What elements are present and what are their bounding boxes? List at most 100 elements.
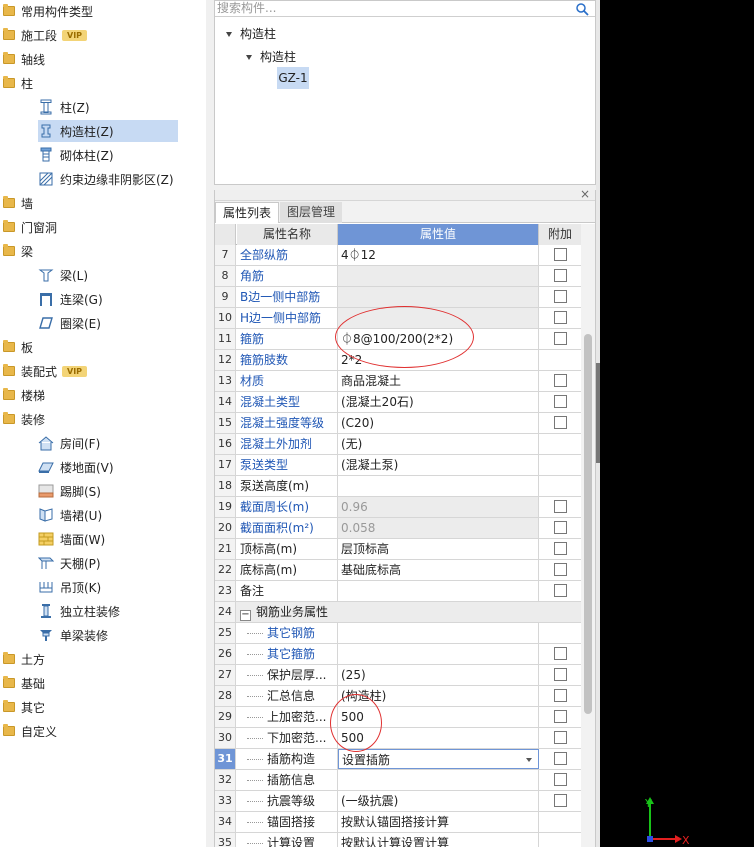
extra-checkbox[interactable] xyxy=(554,374,567,387)
sidebar-item-13[interactable]: 圈梁(E) xyxy=(38,312,101,334)
property-value[interactable] xyxy=(338,476,539,496)
sidebar-item-15[interactable]: 装配式 VIP xyxy=(3,360,88,382)
property-value[interactable]: (混凝土20石) xyxy=(338,392,539,412)
property-value[interactable]: 0.96 xyxy=(338,497,539,517)
property-value[interactable] xyxy=(338,623,539,643)
extra-checkbox[interactable] xyxy=(554,248,567,261)
property-value[interactable] xyxy=(338,266,539,286)
sidebar-item-2[interactable]: 轴线 xyxy=(3,48,45,70)
property-row[interactable]: 28 汇总信息 (构造柱) xyxy=(215,686,581,707)
property-row[interactable]: 13 材质 商品混凝土 xyxy=(215,371,581,392)
property-row[interactable]: 32 插筋信息 xyxy=(215,770,581,791)
extra-checkbox[interactable] xyxy=(554,542,567,555)
sidebar-item-27[interactable]: 土方 xyxy=(3,648,45,670)
property-value[interactable]: 层顶标高 xyxy=(338,539,539,559)
property-row[interactable]: 8 角筋 xyxy=(215,266,581,287)
property-row[interactable]: 15 混凝土强度等级 (C20) xyxy=(215,413,581,434)
extra-checkbox[interactable] xyxy=(554,500,567,513)
tree-node-type[interactable]: 构造柱 xyxy=(246,48,296,65)
sidebar-item-21[interactable]: 墙裙(U) xyxy=(38,504,102,526)
property-value[interactable] xyxy=(338,287,539,307)
property-row[interactable]: 35 计算设置 按默认计算设置计算 xyxy=(215,833,581,847)
property-row[interactable]: 7 全部纵筋 4⏀12 xyxy=(215,245,581,266)
property-row[interactable]: 34 锚固搭接 按默认锚固搭接计算 xyxy=(215,812,581,833)
property-value[interactable]: 基础底标高 xyxy=(338,560,539,580)
collapse-arrow-icon[interactable] xyxy=(246,55,252,60)
property-row[interactable]: 9 B边一侧中部筋 xyxy=(215,287,581,308)
sidebar-item-20[interactable]: 踢脚(S) xyxy=(38,480,101,502)
collapse-icon[interactable]: − xyxy=(240,610,251,621)
property-value[interactable]: (C20) xyxy=(338,413,539,433)
property-value[interactable]: 0.058 xyxy=(338,518,539,538)
sidebar-item-7[interactable]: 约束边缘非阴影区(Z) xyxy=(38,168,174,190)
extra-checkbox[interactable] xyxy=(554,269,567,282)
property-value[interactable]: (25) xyxy=(338,665,539,685)
sidebar-item-6[interactable]: 砌体柱(Z) xyxy=(38,144,114,166)
property-value[interactable]: 设置插筋 xyxy=(338,749,539,769)
tab-property-list[interactable]: 属性列表 xyxy=(215,202,280,223)
vertical-scrollbar[interactable] xyxy=(581,224,595,847)
extra-checkbox[interactable] xyxy=(554,731,567,744)
sidebar-item-11[interactable]: 梁(L) xyxy=(38,264,88,286)
sidebar-item-8[interactable]: 墙 xyxy=(3,192,33,214)
sidebar-item-25[interactable]: 独立柱装修 xyxy=(38,600,120,622)
extra-checkbox[interactable] xyxy=(554,710,567,723)
drawing-canvas[interactable] xyxy=(600,0,754,847)
property-value[interactable]: 按默认计算设置计算 xyxy=(338,833,539,847)
property-value[interactable]: 4⏀12 xyxy=(338,245,539,265)
property-value[interactable]: 按默认锚固搭接计算 xyxy=(338,812,539,832)
dropdown-arrow-icon[interactable] xyxy=(526,758,532,762)
property-row[interactable]: 18 泵送高度(m) xyxy=(215,476,581,497)
sidebar-item-19[interactable]: 楼地面(V) xyxy=(38,456,114,478)
property-value[interactable]: 商品混凝土 xyxy=(338,371,539,391)
sidebar-item-10[interactable]: 梁 xyxy=(3,240,33,262)
property-row[interactable]: 20 截面面积(m²) 0.058 xyxy=(215,518,581,539)
property-row[interactable]: 22 底标高(m) 基础底标高 xyxy=(215,560,581,581)
extra-checkbox[interactable] xyxy=(554,416,567,429)
property-value[interactable]: (一级抗震) xyxy=(338,791,539,811)
property-row[interactable]: 29 上加密范... 500 xyxy=(215,707,581,728)
extra-checkbox[interactable] xyxy=(554,773,567,786)
property-row[interactable]: 30 下加密范... 500 xyxy=(215,728,581,749)
extra-checkbox[interactable] xyxy=(554,311,567,324)
sidebar-item-4[interactable]: 柱(Z) xyxy=(38,96,90,118)
sidebar-item-26[interactable]: 单梁装修 xyxy=(38,624,108,646)
sidebar-item-29[interactable]: 其它 xyxy=(3,696,45,718)
sidebar-item-30[interactable]: 自定义 xyxy=(3,720,57,742)
splitter-handle[interactable] xyxy=(596,363,600,463)
property-row[interactable]: 31 插筋构造 设置插筋 xyxy=(215,749,581,770)
property-value[interactable] xyxy=(338,770,539,790)
property-row[interactable]: 21 顶标高(m) 层顶标高 xyxy=(215,539,581,560)
property-row[interactable]: 17 泵送类型 (混凝土泵) xyxy=(215,455,581,476)
tab-layer-management[interactable]: 图层管理 xyxy=(280,202,343,223)
property-row[interactable]: 16 混凝土外加剂 (无) xyxy=(215,434,581,455)
tree-node-gz1[interactable]: GZ-1 xyxy=(277,67,309,89)
scrollbar-thumb[interactable] xyxy=(584,334,592,714)
sidebar-item-9[interactable]: 门窗洞 xyxy=(3,216,57,238)
sidebar-item-17[interactable]: 装修 xyxy=(3,408,45,430)
property-value[interactable] xyxy=(338,644,539,664)
property-row[interactable]: 24− 钢筋业务属性 xyxy=(215,602,581,623)
property-row[interactable]: 25 其它钢筋 xyxy=(215,623,581,644)
sidebar-item-28[interactable]: 基础 xyxy=(3,672,45,694)
sidebar-item-24[interactable]: 吊顶(K) xyxy=(38,576,101,598)
extra-checkbox[interactable] xyxy=(554,647,567,660)
property-value[interactable] xyxy=(338,581,539,601)
extra-checkbox[interactable] xyxy=(554,332,567,345)
property-row[interactable]: 23 备注 xyxy=(215,581,581,602)
sidebar-item-12[interactable]: 连梁(G) xyxy=(38,288,103,310)
property-value[interactable]: (混凝土泵) xyxy=(338,455,539,475)
sidebar-item-3[interactable]: 柱 xyxy=(3,72,33,94)
extra-checkbox[interactable] xyxy=(554,794,567,807)
property-row[interactable]: 14 混凝土类型 (混凝土20石) xyxy=(215,392,581,413)
collapse-arrow-icon[interactable] xyxy=(226,32,232,37)
extra-checkbox[interactable] xyxy=(554,689,567,702)
extra-checkbox[interactable] xyxy=(554,584,567,597)
search-input[interactable]: 搜索构件... xyxy=(215,1,595,17)
property-row[interactable]: 27 保护层厚... (25) xyxy=(215,665,581,686)
close-icon[interactable]: × xyxy=(580,187,590,201)
sidebar-item-16[interactable]: 楼梯 xyxy=(3,384,45,406)
search-icon[interactable] xyxy=(575,2,589,16)
sidebar-item-18[interactable]: 房间(F) xyxy=(38,432,100,454)
sidebar-item-14[interactable]: 板 xyxy=(3,336,33,358)
